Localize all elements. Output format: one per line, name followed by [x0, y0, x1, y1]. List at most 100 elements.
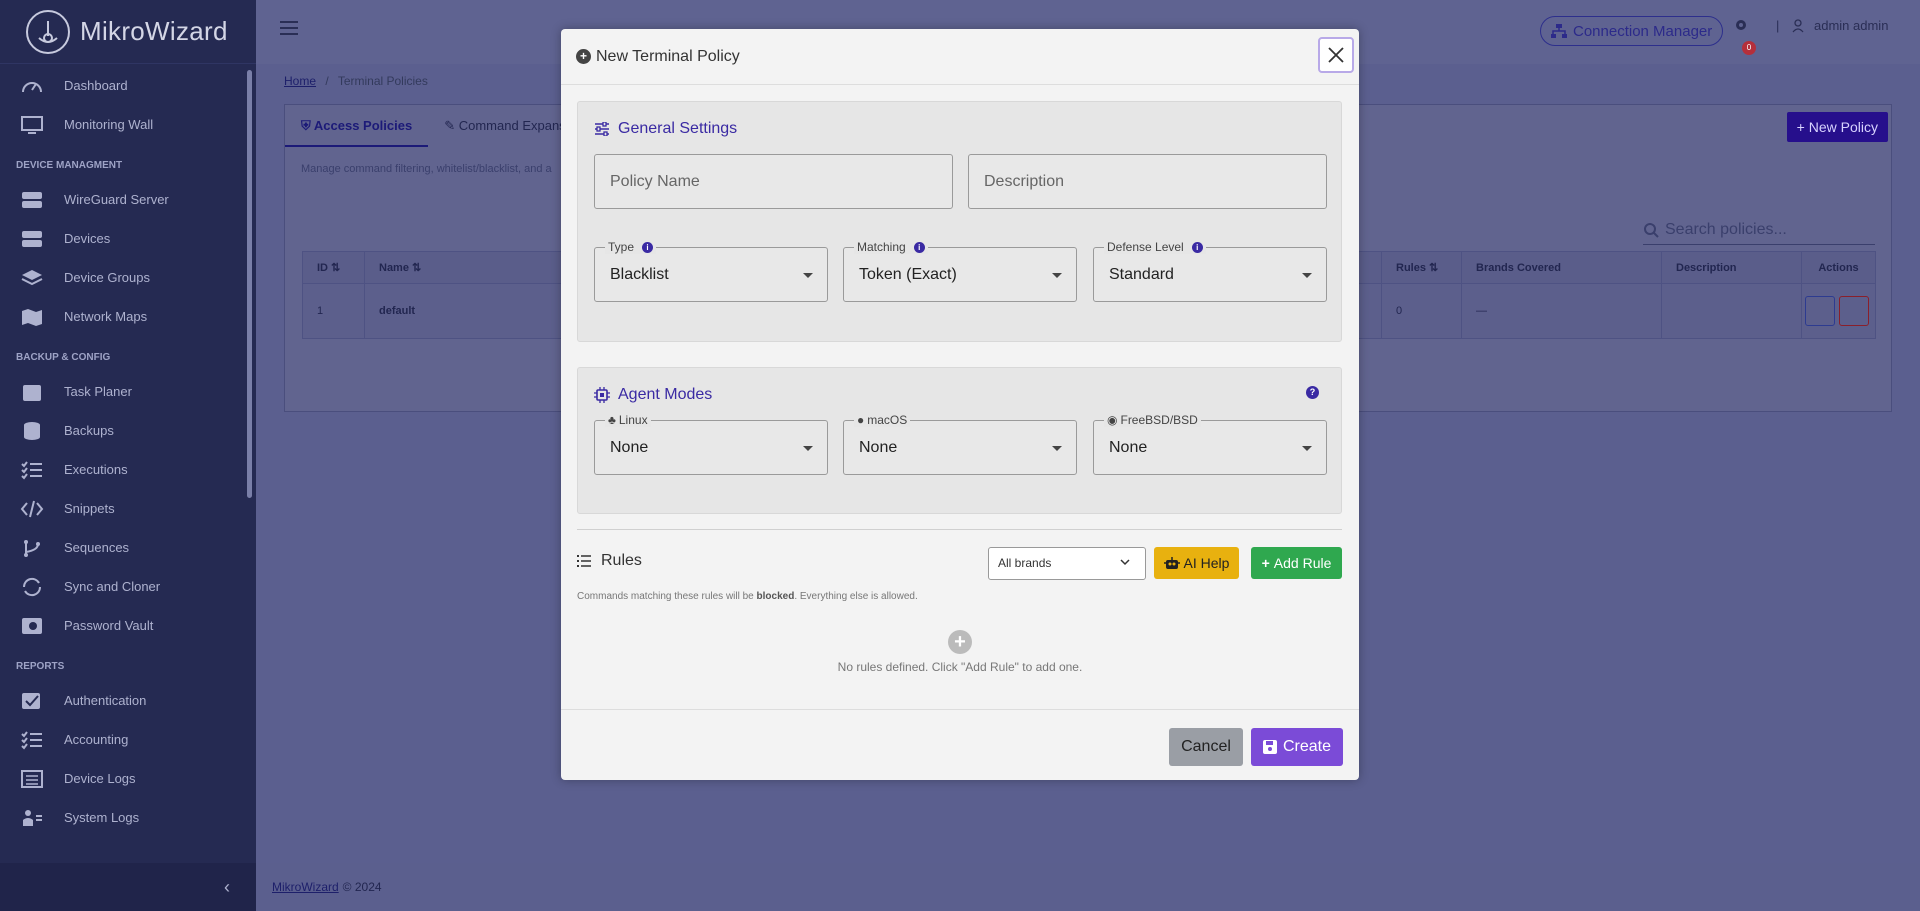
add-rule-label: Add Rule — [1273, 555, 1332, 571]
rules-title: Rules — [577, 552, 642, 570]
sidebar-item-label: Monitoring Wall — [64, 117, 154, 132]
defense-level-value: Standard — [1109, 266, 1174, 283]
type-select[interactable]: Type i Blacklist — [594, 240, 828, 302]
cancel-button[interactable]: Cancel — [1169, 728, 1243, 766]
info-icon[interactable]: i — [1191, 241, 1203, 253]
robot-icon — [1163, 556, 1180, 569]
dropdown-caret-icon — [803, 446, 813, 451]
delete-button[interactable] — [1838, 296, 1869, 326]
breadcrumb-home-link[interactable]: Home — [284, 74, 316, 88]
linux-icon: ♣ — [608, 413, 616, 427]
general-settings-section: General Settings Policy Name Description… — [577, 101, 1342, 342]
settings-gear-icon[interactable] — [1734, 18, 1748, 35]
create-button[interactable]: Create — [1251, 728, 1343, 766]
modal-footer: Cancel Create — [561, 709, 1359, 780]
new-policy-button[interactable]: + New Policy — [1786, 112, 1888, 142]
section-title: General Settings — [594, 120, 737, 138]
notification-badge[interactable]: 0 — [1742, 41, 1756, 55]
footer-copyright: © 2024 — [342, 880, 382, 894]
sidebar-item-label: Authentication — [64, 693, 147, 708]
footer-link[interactable]: MikroWizard — [272, 880, 339, 894]
chevron-down-icon — [1120, 559, 1130, 566]
sitemap-icon — [1551, 24, 1567, 38]
connection-manager-button[interactable]: Connection Manager — [1540, 16, 1724, 46]
devices-icon — [22, 230, 42, 247]
macos-mode-select[interactable]: ● macOS None — [843, 413, 1077, 475]
close-button[interactable] — [1318, 37, 1354, 73]
monitor-icon — [21, 115, 43, 134]
sidebar-item-label: Password Vault — [64, 618, 154, 633]
brand[interactable]: MikroWizard — [0, 0, 256, 64]
sidebar-item-task-planer[interactable]: Task Planer — [0, 372, 246, 411]
sidebar-item-accounting[interactable]: Accounting — [0, 720, 246, 759]
sidebar-item-authentication[interactable]: Authentication — [0, 681, 246, 720]
info-icon[interactable]: i — [642, 241, 654, 253]
connection-manager-label: Connection Manager — [1573, 22, 1713, 40]
plus-icon: + — [1796, 119, 1805, 135]
matching-select[interactable]: Matching i Token (Exact) — [843, 240, 1077, 302]
bsd-mode-select[interactable]: ◉ FreeBSD/BSD None — [1093, 413, 1327, 475]
sidebar-item-sequences[interactable]: Sequences — [0, 528, 246, 567]
user-icon — [1792, 18, 1804, 32]
modal-title: New Terminal Policy — [596, 47, 740, 65]
column-header-id[interactable]: ID ⇅ — [302, 251, 365, 284]
column-header-rules[interactable]: Rules ⇅ — [1381, 251, 1462, 284]
pencil-icon: ✎ — [444, 118, 456, 133]
sidebar-item-label: Sync and Cloner — [64, 579, 161, 594]
brand-filter-select[interactable]: All brands — [988, 547, 1146, 580]
policy-name-field[interactable]: Policy Name — [594, 154, 953, 209]
chevron-left-icon: ‹ — [224, 876, 230, 897]
breadcrumb-separator: / — [325, 74, 329, 88]
divider — [577, 529, 1342, 530]
ai-help-button[interactable]: AI Help — [1154, 547, 1239, 579]
sidebar-nav: Dashboard Monitoring Wall DEVICE MANAGME… — [0, 64, 246, 837]
sidebar-item-dashboard[interactable]: Dashboard — [0, 66, 246, 105]
rules-note: Commands matching these rules will be bl… — [577, 591, 918, 602]
sidebar-item-wireguard-server[interactable]: WireGuard Server — [0, 180, 246, 219]
sidebar-item-snippets[interactable]: Snippets — [0, 489, 246, 528]
sidebar-collapse-button[interactable]: ‹ — [0, 863, 256, 911]
add-rule-button[interactable]: + Add Rule — [1251, 547, 1342, 579]
linux-mode-value: None — [610, 439, 649, 456]
sidebar-item-label: Sequences — [64, 540, 130, 555]
sidebar-item-label: Accounting — [64, 732, 129, 747]
column-header-actions: Actions — [1801, 251, 1876, 284]
linux-mode-select[interactable]: ♣ Linux None — [594, 413, 828, 475]
sidebar-scrollbar[interactable] — [247, 70, 252, 498]
dropdown-caret-icon — [1302, 446, 1312, 451]
rules-title-text: Rules — [601, 552, 642, 569]
bsd-mode-value: None — [1109, 439, 1148, 456]
sidebar-item-label: Network Maps — [64, 309, 148, 324]
user-menu[interactable]: admin admin — [1792, 18, 1888, 33]
footer: MikroWizard © 2024 — [256, 863, 1920, 911]
cell-id: 1 — [302, 283, 365, 339]
description-field[interactable]: Description — [968, 154, 1327, 209]
sidebar-item-sync-and-cloner[interactable]: Sync and Cloner — [0, 567, 246, 606]
sidebar-item-monitoring-wall[interactable]: Monitoring Wall — [0, 105, 246, 144]
sidebar-item-devices[interactable]: Devices — [0, 219, 246, 258]
sidebar-item-label: System Logs — [64, 810, 140, 825]
edit-button[interactable] — [1804, 296, 1835, 326]
branch-icon — [24, 539, 40, 557]
ai-help-label: AI Help — [1183, 555, 1230, 571]
sidebar-item-label: Executions — [64, 462, 128, 477]
search-input[interactable]: Search policies... — [1643, 215, 1875, 245]
sidebar-item-executions[interactable]: Executions — [0, 450, 246, 489]
info-icon[interactable]: i — [913, 241, 925, 253]
sidebar-item-device-logs[interactable]: Device Logs — [0, 759, 246, 798]
tab-access-policies[interactable]: ⛨ Access Policies — [285, 105, 429, 147]
vault-icon — [22, 617, 42, 634]
help-icon[interactable]: ? — [1306, 386, 1319, 399]
header-divider: | — [1776, 18, 1780, 33]
macos-label: ● macOS — [854, 413, 911, 427]
hamburger-menu-icon[interactable] — [280, 21, 298, 35]
sidebar-item-backups[interactable]: Backups — [0, 411, 246, 450]
defense-level-select[interactable]: Defense Level i Standard — [1093, 240, 1327, 302]
sidebar-item-device-groups[interactable]: Device Groups — [0, 258, 246, 297]
create-label: Create — [1282, 738, 1332, 755]
sidebar-item-system-logs[interactable]: System Logs — [0, 798, 246, 837]
breadcrumb-current: Terminal Policies — [337, 74, 428, 88]
sidebar-item-network-maps[interactable]: Network Maps — [0, 297, 246, 336]
sidebar-item-password-vault[interactable]: Password Vault — [0, 606, 246, 645]
dropdown-caret-icon — [1052, 273, 1062, 278]
